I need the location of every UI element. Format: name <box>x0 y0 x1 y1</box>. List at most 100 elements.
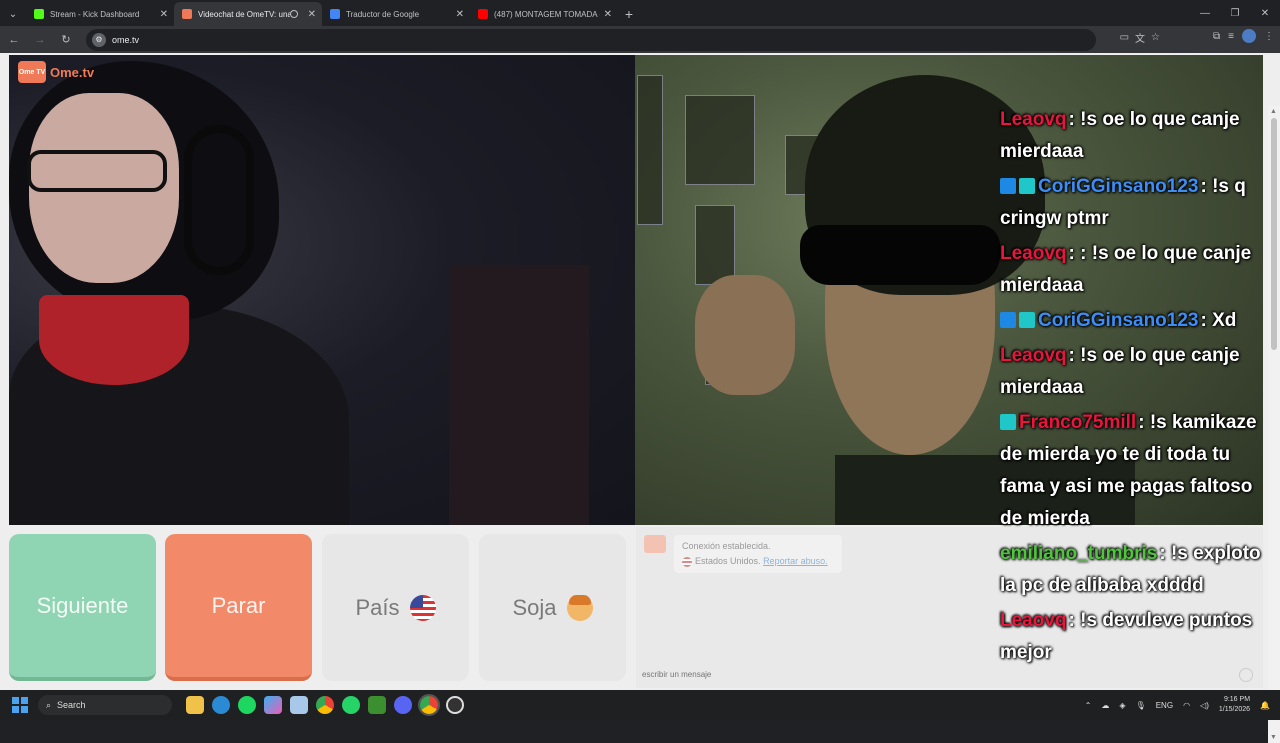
minimize-icon[interactable]: — <box>1190 0 1220 26</box>
tab-kick[interactable]: Stream - Kick Dashboard ✕ <box>26 2 174 26</box>
next-button[interactable]: Siguiente <box>9 534 156 681</box>
language-indicator[interactable]: ENG <box>1156 701 1173 710</box>
bookmark-star-icon[interactable]: ☆ <box>1151 32 1160 43</box>
profile-avatar[interactable] <box>1242 29 1256 43</box>
clock[interactable]: 9:16 PM 1/15/2026 <box>1219 695 1250 715</box>
shield-icon[interactable]: ◈ <box>1119 701 1125 710</box>
forward-icon[interactable]: → <box>28 28 52 52</box>
site-info-icon[interactable]: ⚙ <box>92 32 106 47</box>
search-icon: ⌕ <box>46 699 52 710</box>
chat-message: Leaovq: : !s oe lo que canje mierdaaa <box>1000 238 1270 302</box>
gender-button[interactable]: Soja <box>479 534 626 681</box>
chat-separator: : <box>1068 345 1081 366</box>
chat-message: emiliano_tumbris: !s exploto la pc de al… <box>1000 538 1270 602</box>
back-icon[interactable]: ← <box>2 28 26 52</box>
close-window-icon[interactable]: ✕ <box>1250 0 1280 26</box>
obs-icon[interactable] <box>446 696 464 714</box>
edge-icon[interactable] <box>212 696 230 714</box>
translate-icon[interactable]: 文 <box>1135 30 1145 45</box>
gamer-badge-icon <box>1019 312 1035 328</box>
ometv-favicon-icon <box>182 9 192 19</box>
wifi-icon[interactable]: ◠ <box>1183 701 1190 710</box>
tab-search-icon[interactable]: ⌄ <box>0 2 26 26</box>
extensions-icon[interactable]: ⧉ <box>1213 31 1220 42</box>
tab-strip: ⌄ Stream - Kick Dashboard ✕ Videochat de… <box>0 0 1280 26</box>
remote-person-sunglasses <box>800 225 1000 285</box>
tab-ometv[interactable]: Videochat de OmeTV: una ... ✕ <box>174 2 322 26</box>
chat-message: Leaovq: !s devuleve puntos mejor <box>1000 605 1270 669</box>
tab-google-translate[interactable]: Traductor de Google ✕ <box>322 2 470 26</box>
cloud-icon[interactable]: ☁ <box>1101 701 1109 710</box>
gamer-badge-icon <box>1000 414 1016 430</box>
discord-icon[interactable] <box>394 696 412 714</box>
chat-message: CoriGGinsano123: Xd <box>1000 305 1270 337</box>
chat-message: Franco75mill: !s kamikaze de mierda yo t… <box>1000 407 1270 535</box>
chrome-active-icon[interactable] <box>418 694 440 716</box>
chat-message: CoriGGinsano123: !s q cringw ptmr <box>1000 171 1270 235</box>
notification-icon[interactable]: 🔔 <box>1260 701 1270 710</box>
chat-username: Franco75mill <box>1019 412 1137 433</box>
windows-taskbar: ⌕ Search ⌃ ☁ ◈ 🎙 ENG ◠ ◁) 9:16 PM 1/15/2… <box>0 690 1280 720</box>
media-icon[interactable]: ≡ <box>1228 31 1234 42</box>
country-button[interactable]: País <box>322 534 469 681</box>
browser-toolbar: ← → ↻ ⚙ ome.tv ▭ 文 ☆ ⧉ ≡ ⋮ <box>0 26 1280 53</box>
tab-title: Videochat de OmeTV: una ... <box>198 9 290 19</box>
cast-icon[interactable]: ▭ <box>1120 32 1129 43</box>
close-tab-icon[interactable]: ✕ <box>456 9 464 20</box>
boy-face-icon <box>566 594 593 621</box>
volume-icon[interactable]: ◁) <box>1200 701 1209 710</box>
us-flag-icon <box>409 594 436 621</box>
scroll-down-icon[interactable]: ▼ <box>1270 734 1277 741</box>
tab-title: Traductor de Google <box>346 9 420 19</box>
stop-button[interactable]: Parar <box>165 534 312 681</box>
local-video <box>9 55 635 525</box>
gamer-badge-icon <box>1019 178 1035 194</box>
copilot-icon[interactable] <box>264 696 282 714</box>
omnibox-actions: ▭ 文 ☆ <box>1120 26 1160 48</box>
whatsapp-icon[interactable] <box>342 696 360 714</box>
chat-username: Leaovq <box>1000 109 1067 130</box>
report-abuse-link[interactable]: Reportar abuso. <box>763 556 828 566</box>
notepad-icon[interactable] <box>290 696 308 714</box>
country-label: País <box>355 594 400 620</box>
recording-icon <box>289 10 298 18</box>
maximize-icon[interactable]: ❐ <box>1220 0 1250 26</box>
headset <box>184 125 254 275</box>
chevron-up-icon[interactable]: ⌃ <box>1085 701 1092 710</box>
us-flag-small-icon <box>682 556 692 567</box>
clock-time: 9:16 PM <box>1223 696 1251 703</box>
logo-badge: Ome TV <box>18 61 46 83</box>
close-tab-icon[interactable]: ✕ <box>160 9 168 20</box>
chat-username: CoriGGinsano123 <box>1038 310 1199 331</box>
wall-poster <box>685 95 755 185</box>
ometv-logo[interactable]: Ome TV Ome.tv <box>18 61 94 83</box>
chat-username: Leaovq <box>1000 610 1067 631</box>
taskbar-search[interactable]: ⌕ Search <box>38 695 172 715</box>
scroll-up-icon[interactable]: ▲ <box>1270 108 1277 115</box>
file-explorer-icon[interactable] <box>186 696 204 714</box>
close-tab-icon[interactable]: ✕ <box>604 9 612 20</box>
windows-start-icon[interactable] <box>12 697 28 713</box>
scrollbar-thumb[interactable] <box>1271 118 1277 350</box>
chat-separator: : <box>1068 610 1081 631</box>
next-label: Siguiente <box>36 592 129 618</box>
tab-youtube[interactable]: (487) MONTAGEM TOMADA (S... ✕ <box>470 2 618 26</box>
chat-username: Leaovq <box>1000 345 1067 366</box>
microphone-icon[interactable]: 🎙 <box>1136 701 1146 710</box>
new-tab-button[interactable]: + <box>618 2 640 26</box>
ometv-mini-logo-icon <box>644 535 666 553</box>
reload-icon[interactable]: ↻ <box>54 28 78 52</box>
chat-message: Leaovq: !s oe lo que canje mierdaaa <box>1000 104 1270 168</box>
xbox-icon[interactable] <box>368 696 386 714</box>
youtube-favicon-icon <box>478 9 488 19</box>
spotify-icon[interactable] <box>238 696 256 714</box>
address-bar[interactable]: ⚙ ome.tv <box>86 28 1096 51</box>
chat-separator: : <box>1068 109 1081 130</box>
stop-label: Parar <box>211 592 266 618</box>
remote-person-hand <box>695 275 795 395</box>
chrome-icon[interactable] <box>316 696 334 714</box>
close-tab-icon[interactable]: ✕ <box>308 9 316 20</box>
menu-icon[interactable]: ⋮ <box>1264 31 1274 42</box>
chat-username: emiliano_tumbris <box>1000 543 1158 564</box>
clock-date: 1/15/2026 <box>1218 706 1251 713</box>
